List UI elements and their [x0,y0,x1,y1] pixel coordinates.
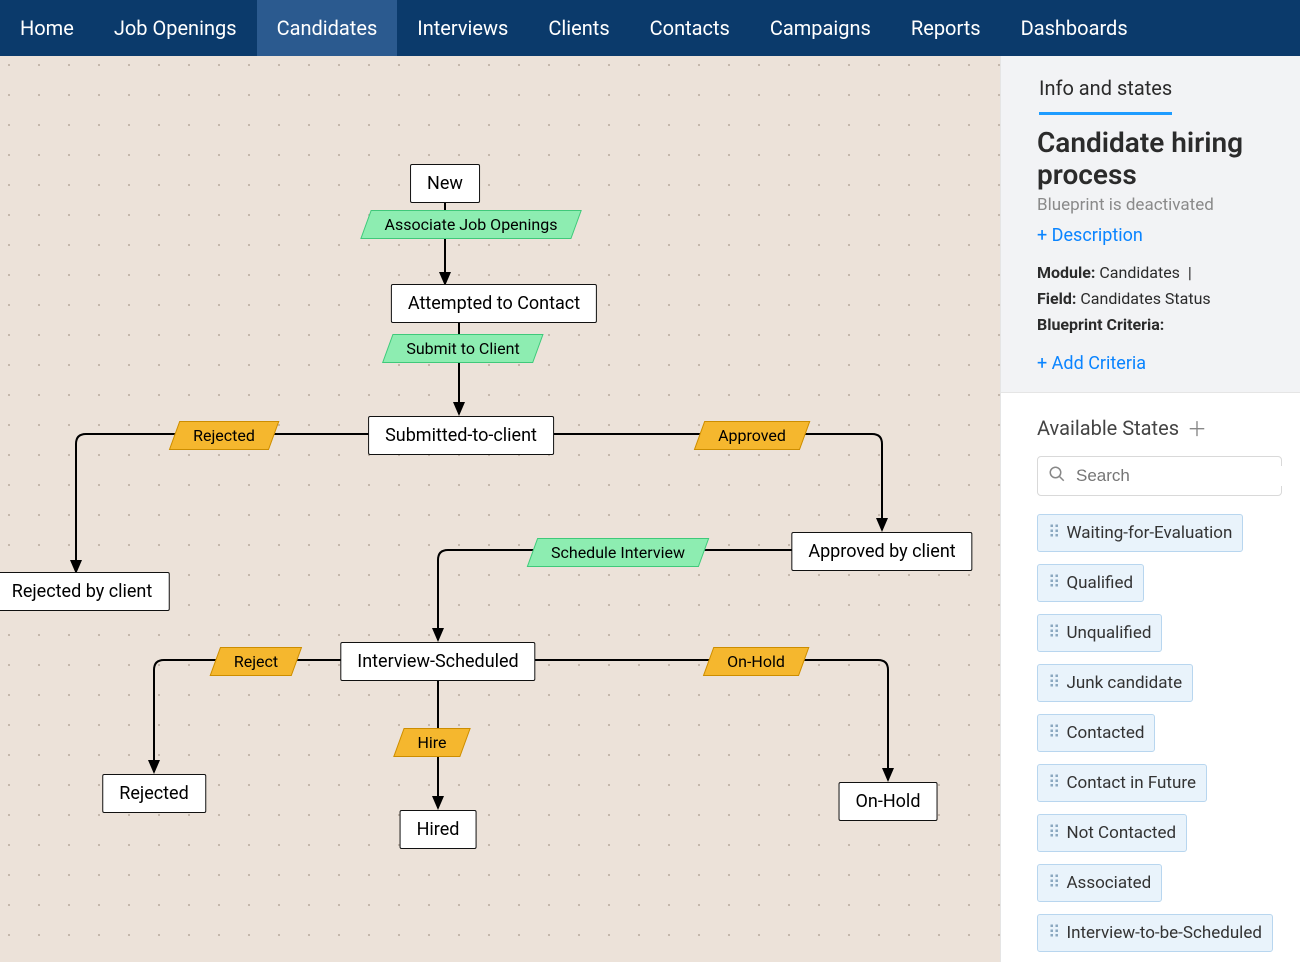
field-label: Field: [1037,289,1076,308]
nav-contacts[interactable]: Contacts [630,0,750,56]
blueprint-status: Blueprint is deactivated [1037,195,1280,215]
grip-icon: ⠿ [1048,523,1058,543]
module-value: Candidates [1099,263,1180,282]
transition-on-hold[interactable]: On-Hold [703,647,809,676]
state-approved-by-client[interactable]: Approved by client [791,532,972,571]
state-new[interactable]: New [410,164,480,203]
grip-icon: ⠿ [1048,773,1058,793]
state-attempted-to-contact[interactable]: Attempted to Contact [391,284,597,323]
grip-icon: ⠿ [1048,673,1058,693]
add-criteria-link[interactable]: + Add Criteria [1037,353,1146,374]
nav-candidates[interactable]: Candidates [257,0,398,56]
field-value: Candidates Status [1080,289,1210,308]
state-chip[interactable]: ⠿Associated [1037,864,1162,902]
grip-icon: ⠿ [1048,723,1058,743]
state-chip[interactable]: ⠿Not Contacted [1037,814,1187,852]
grip-icon: ⠿ [1048,873,1058,893]
nav-home[interactable]: Home [0,0,94,56]
criteria-label: Blueprint Criteria: [1037,315,1164,334]
nav-interviews[interactable]: Interviews [397,0,528,56]
state-chip[interactable]: ⠿Contact in Future [1037,764,1207,802]
tab-info-and-states[interactable]: Info and states [1039,56,1172,115]
state-submitted-to-client[interactable]: Submitted-to-client [368,416,554,455]
search-icon [1048,465,1066,487]
grip-icon: ⠿ [1048,573,1058,593]
state-chip[interactable]: ⠿Waiting-for-Evaluation [1037,514,1243,552]
grip-icon: ⠿ [1048,623,1058,643]
blueprint-title: Candidate hiring process [1037,127,1280,191]
sidebar: Info and states Candidate hiring process… [1000,56,1300,962]
available-states-heading: Available States [1037,416,1179,440]
state-chip[interactable]: ⠿Unqualified [1037,614,1162,652]
state-chip[interactable]: ⠿Interview-to-be-Scheduled [1037,914,1273,952]
add-state-icon[interactable]: ＋ [1187,413,1207,442]
state-chip[interactable]: ⠿Contacted [1037,714,1155,752]
nav-campaigns[interactable]: Campaigns [750,0,891,56]
transition-hire[interactable]: Hire [393,728,471,757]
grip-icon: ⠿ [1048,823,1058,843]
module-label: Module: [1037,263,1095,282]
state-rejected[interactable]: Rejected [102,774,206,813]
add-description-link[interactable]: + Description [1037,225,1143,246]
transition-schedule-interview[interactable]: Schedule Interview [527,538,710,567]
state-hired[interactable]: Hired [400,810,477,849]
transition-associate-job-openings[interactable]: Associate Job Openings [360,210,581,239]
top-nav: Home Job Openings Candidates Interviews … [0,0,1300,56]
state-chip[interactable]: ⠿Qualified [1037,564,1144,602]
state-interview-scheduled[interactable]: Interview-Scheduled [340,642,535,681]
state-on-hold[interactable]: On-Hold [839,782,938,821]
state-chip[interactable]: ⠿Junk candidate [1037,664,1193,702]
transition-rejected[interactable]: Rejected [169,421,279,450]
grip-icon: ⠿ [1048,923,1058,943]
nav-job-openings[interactable]: Job Openings [94,0,257,56]
nav-clients[interactable]: Clients [528,0,629,56]
nav-dashboards[interactable]: Dashboards [1001,0,1148,56]
states-search[interactable] [1037,456,1282,496]
state-list: ⠿Waiting-for-Evaluation ⠿Qualified ⠿Unqu… [1037,514,1282,952]
nav-reports[interactable]: Reports [891,0,1001,56]
transition-reject[interactable]: Reject [210,647,303,676]
transition-submit-to-client[interactable]: Submit to Client [382,334,544,363]
transition-approved[interactable]: Approved [694,421,810,450]
blueprint-canvas[interactable]: New Attempted to Contact Submitted-to-cl… [0,56,1000,962]
state-rejected-by-client[interactable]: Rejected by client [0,572,169,611]
states-search-input[interactable] [1076,466,1297,486]
